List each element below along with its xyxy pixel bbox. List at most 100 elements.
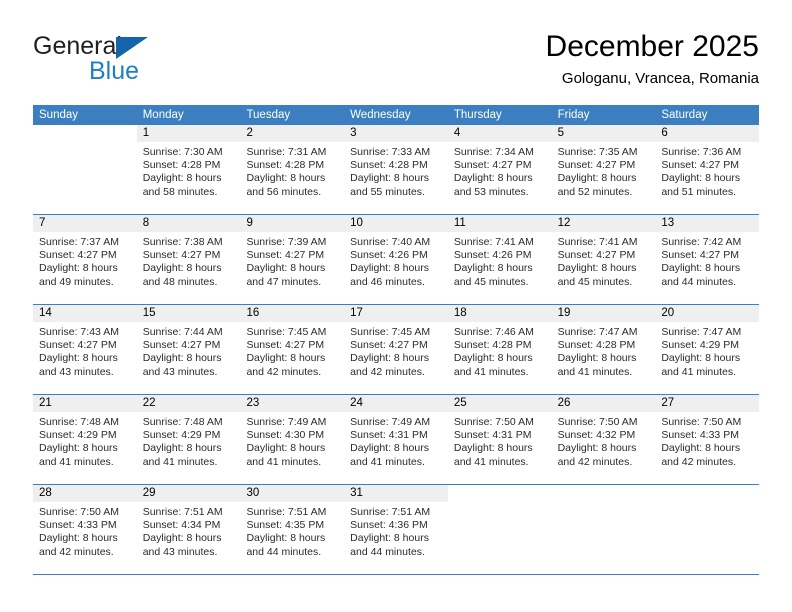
daylight-text-line2: and 42 minutes. bbox=[661, 455, 737, 468]
day-cell: 17 Sunrise: 7:45 AM Sunset: 4:27 PM Dayl… bbox=[344, 305, 448, 394]
day-cell: 14 Sunrise: 7:43 AM Sunset: 4:27 PM Dayl… bbox=[33, 305, 137, 394]
sunset-text: Sunset: 4:33 PM bbox=[661, 429, 739, 442]
day-number: 21 bbox=[33, 395, 137, 412]
sunrise-text: Sunrise: 7:51 AM bbox=[246, 506, 327, 518]
sunset-text: Sunset: 4:26 PM bbox=[453, 249, 532, 262]
sunrise-text: Sunrise: 7:38 AM bbox=[142, 236, 223, 248]
sunrise-text: Sunrise: 7:31 AM bbox=[246, 146, 327, 158]
day-details: Sunrise: 7:48 AM Sunset: 4:29 PM Dayligh… bbox=[33, 412, 137, 469]
sunset-text: Sunset: 4:29 PM bbox=[142, 429, 221, 442]
sunrise-text: Sunrise: 7:51 AM bbox=[350, 506, 431, 518]
day-number: 26 bbox=[551, 395, 656, 412]
day-details: Sunrise: 7:49 AM Sunset: 4:31 PM Dayligh… bbox=[344, 412, 448, 469]
day-number: 1 bbox=[136, 125, 241, 142]
day-cell bbox=[551, 485, 656, 574]
sunset-text: Sunset: 4:26 PM bbox=[350, 249, 428, 262]
location-subtitle: Gologanu, Vrancea, Romania bbox=[561, 70, 759, 87]
daylight-text-line1: Daylight: 8 hours bbox=[246, 352, 326, 365]
sunrise-text: Sunrise: 7:39 AM bbox=[246, 236, 327, 248]
day-cell: 4 Sunrise: 7:34 AM Sunset: 4:27 PM Dayli… bbox=[447, 125, 552, 214]
daylight-text-line1: Daylight: 8 hours bbox=[39, 262, 118, 275]
daylight-text-line2: and 51 minutes. bbox=[661, 185, 737, 198]
daylight-text-line2: and 49 minutes. bbox=[39, 275, 114, 288]
sunrise-text: Sunrise: 7:33 AM bbox=[350, 146, 431, 158]
logo-text-general: General bbox=[33, 32, 122, 60]
day-cell: 12 Sunrise: 7:41 AM Sunset: 4:27 PM Dayl… bbox=[551, 215, 656, 304]
sunrise-text: Sunrise: 7:44 AM bbox=[142, 326, 223, 338]
sunrise-text: Sunrise: 7:49 AM bbox=[246, 416, 327, 428]
page-header: General Blue December 2025 Gologanu, Vra… bbox=[33, 28, 759, 96]
sunset-text: Sunset: 4:32 PM bbox=[557, 429, 636, 442]
day-cell: 3 Sunrise: 7:33 AM Sunset: 4:28 PM Dayli… bbox=[344, 125, 448, 214]
daylight-text-line2: and 58 minutes. bbox=[142, 185, 218, 198]
day-number: 2 bbox=[240, 125, 345, 142]
logo-triangle-icon bbox=[116, 37, 148, 59]
sunset-text: Sunset: 4:36 PM bbox=[350, 519, 428, 532]
day-cell: 6 Sunrise: 7:36 AM Sunset: 4:27 PM Dayli… bbox=[655, 125, 760, 214]
day-number: 14 bbox=[33, 305, 137, 322]
day-details: Sunrise: 7:45 AM Sunset: 4:27 PM Dayligh… bbox=[344, 322, 448, 379]
day-cell: 29 Sunrise: 7:51 AM Sunset: 4:34 PM Dayl… bbox=[136, 485, 241, 574]
daylight-text-line1: Daylight: 8 hours bbox=[453, 442, 533, 455]
day-details: Sunrise: 7:41 AM Sunset: 4:27 PM Dayligh… bbox=[552, 232, 656, 289]
day-number: 7 bbox=[33, 215, 137, 232]
sunset-text: Sunset: 4:27 PM bbox=[246, 249, 325, 262]
day-cell: 31 Sunrise: 7:51 AM Sunset: 4:36 PM Dayl… bbox=[344, 485, 448, 574]
day-details: Sunrise: 7:48 AM Sunset: 4:29 PM Dayligh… bbox=[137, 412, 241, 469]
daylight-text-line2: and 43 minutes. bbox=[142, 545, 218, 558]
daylight-text-line1: Daylight: 8 hours bbox=[453, 262, 533, 275]
daylight-text-line2: and 42 minutes. bbox=[39, 545, 114, 558]
day-number bbox=[33, 125, 137, 142]
day-details: Sunrise: 7:49 AM Sunset: 4:30 PM Dayligh… bbox=[240, 412, 344, 469]
day-cell: 8 Sunrise: 7:38 AM Sunset: 4:27 PM Dayli… bbox=[136, 215, 241, 304]
daylight-text-line2: and 45 minutes. bbox=[557, 275, 633, 288]
daylight-text-line2: and 53 minutes. bbox=[453, 185, 529, 198]
day-details: Sunrise: 7:47 AM Sunset: 4:28 PM Dayligh… bbox=[552, 322, 656, 379]
sunrise-text: Sunrise: 7:41 AM bbox=[557, 236, 638, 248]
day-details: Sunrise: 7:30 AM Sunset: 4:28 PM Dayligh… bbox=[137, 142, 241, 199]
daylight-text-line1: Daylight: 8 hours bbox=[557, 262, 637, 275]
daylight-text-line1: Daylight: 8 hours bbox=[39, 442, 118, 455]
daylight-text-line2: and 42 minutes. bbox=[246, 365, 322, 378]
day-details: Sunrise: 7:50 AM Sunset: 4:33 PM Dayligh… bbox=[655, 412, 759, 469]
day-details: Sunrise: 7:50 AM Sunset: 4:32 PM Dayligh… bbox=[552, 412, 656, 469]
sunrise-text: Sunrise: 7:45 AM bbox=[246, 326, 327, 338]
day-cell: 25 Sunrise: 7:50 AM Sunset: 4:31 PM Dayl… bbox=[447, 395, 552, 484]
day-details bbox=[655, 502, 759, 506]
daylight-text-line2: and 41 minutes. bbox=[661, 365, 737, 378]
daylight-text-line1: Daylight: 8 hours bbox=[661, 442, 741, 455]
day-number: 19 bbox=[551, 305, 656, 322]
day-cell: 10 Sunrise: 7:40 AM Sunset: 4:26 PM Dayl… bbox=[344, 215, 448, 304]
sunset-text: Sunset: 4:28 PM bbox=[246, 159, 325, 172]
daylight-text-line1: Daylight: 8 hours bbox=[142, 352, 222, 365]
daylight-text-line2: and 44 minutes. bbox=[350, 545, 425, 558]
sunset-text: Sunset: 4:27 PM bbox=[246, 339, 325, 352]
day-details: Sunrise: 7:46 AM Sunset: 4:28 PM Dayligh… bbox=[448, 322, 552, 379]
daylight-text-line2: and 56 minutes. bbox=[246, 185, 322, 198]
day-details: Sunrise: 7:34 AM Sunset: 4:27 PM Dayligh… bbox=[448, 142, 552, 199]
sunrise-text: Sunrise: 7:35 AM bbox=[557, 146, 638, 158]
day-details: Sunrise: 7:42 AM Sunset: 4:27 PM Dayligh… bbox=[655, 232, 759, 289]
day-cell bbox=[447, 485, 552, 574]
sunset-text: Sunset: 4:27 PM bbox=[142, 339, 221, 352]
daylight-text-line2: and 41 minutes. bbox=[453, 365, 529, 378]
day-cell bbox=[33, 125, 137, 214]
sunset-text: Sunset: 4:27 PM bbox=[39, 249, 117, 262]
sunset-text: Sunset: 4:28 PM bbox=[142, 159, 221, 172]
sunset-text: Sunset: 4:30 PM bbox=[246, 429, 325, 442]
sunrise-text: Sunrise: 7:48 AM bbox=[142, 416, 223, 428]
sunrise-text: Sunrise: 7:50 AM bbox=[557, 416, 638, 428]
sunset-text: Sunset: 4:27 PM bbox=[661, 159, 739, 172]
day-cell: 16 Sunrise: 7:45 AM Sunset: 4:27 PM Dayl… bbox=[240, 305, 345, 394]
daylight-text-line1: Daylight: 8 hours bbox=[246, 262, 326, 275]
day-cell: 26 Sunrise: 7:50 AM Sunset: 4:32 PM Dayl… bbox=[551, 395, 656, 484]
sunset-text: Sunset: 4:27 PM bbox=[661, 249, 739, 262]
day-number: 28 bbox=[33, 485, 137, 502]
daylight-text-line2: and 55 minutes. bbox=[350, 185, 425, 198]
day-number: 8 bbox=[136, 215, 241, 232]
daylight-text-line2: and 41 minutes. bbox=[142, 455, 218, 468]
weekday-header-wednesday: Wednesday bbox=[350, 109, 411, 121]
daylight-text-line1: Daylight: 8 hours bbox=[350, 172, 429, 185]
day-details bbox=[33, 142, 137, 146]
day-details: Sunrise: 7:45 AM Sunset: 4:27 PM Dayligh… bbox=[240, 322, 344, 379]
